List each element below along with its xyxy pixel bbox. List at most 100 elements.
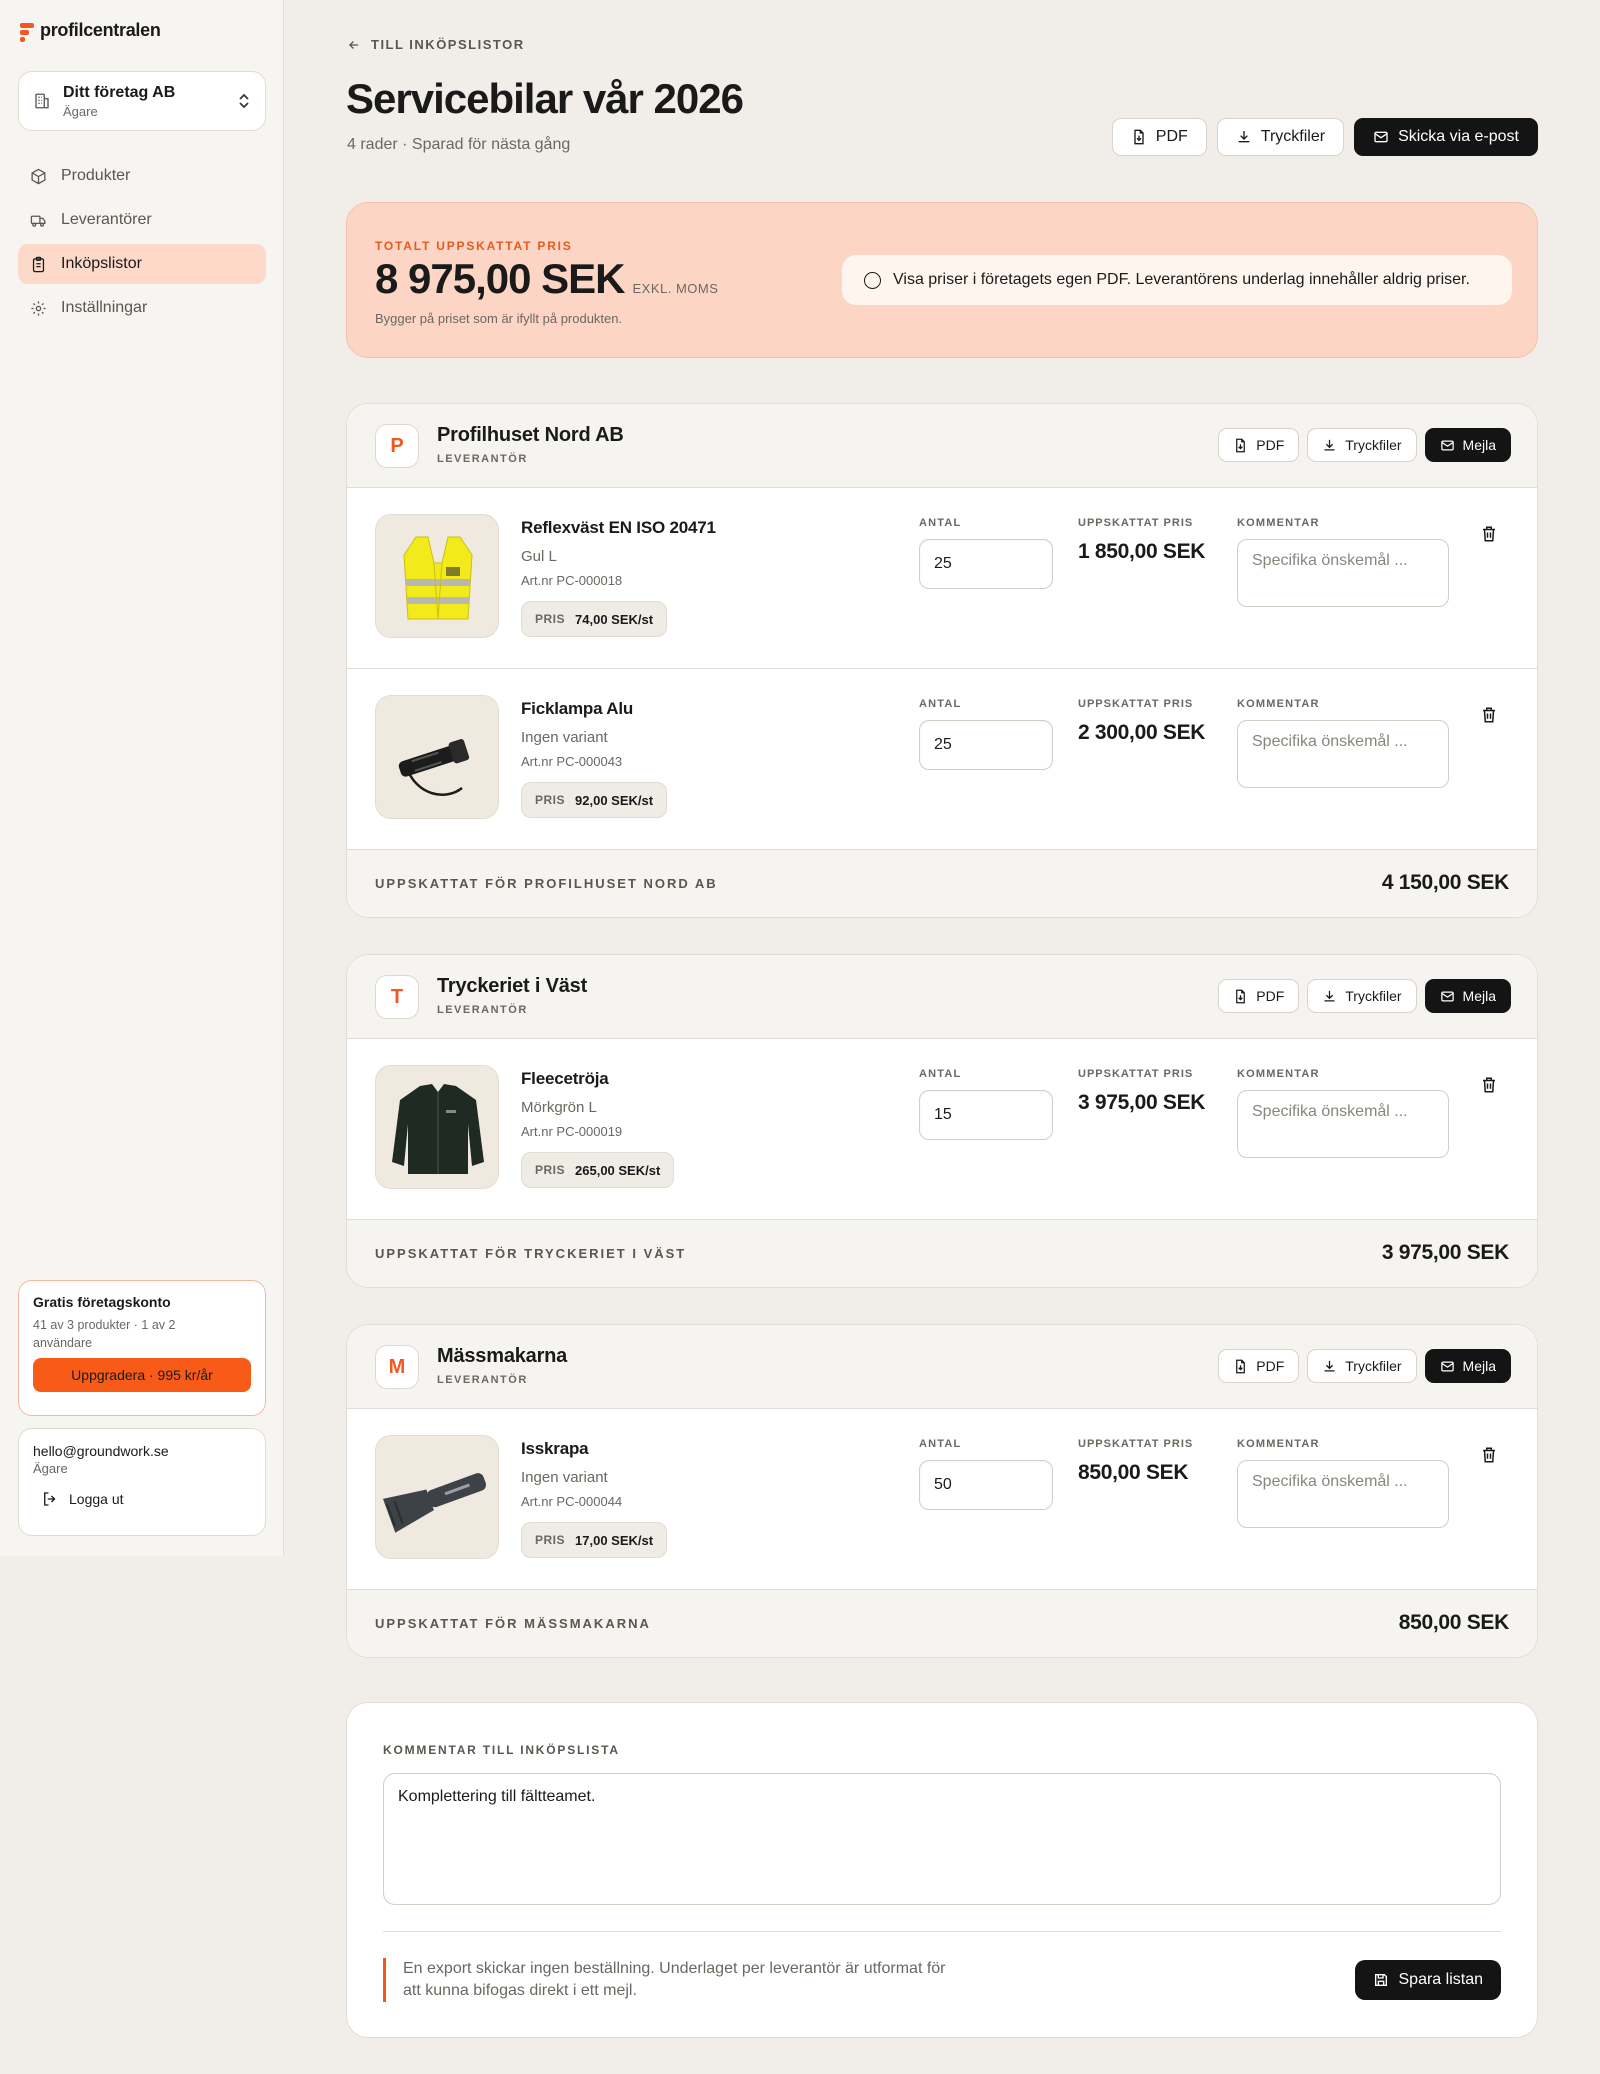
estimated-price-label: UPPSKATTAT PRIS (1078, 1068, 1194, 1080)
supplier-print-label: Tryckfiler (1345, 437, 1402, 453)
app-name: profilcentralen (40, 20, 161, 40)
subtotal-label: UPPSKATTAT FÖR PROFILHUSET NORD AB (375, 876, 718, 891)
unit-price-label: PRIS (535, 1533, 566, 1547)
save-list-button[interactable]: Spara listan (1354, 1960, 1501, 2000)
comment-label: KOMMENTAR (1237, 517, 1320, 529)
supplier-pdf-button[interactable]: PDF (1218, 1349, 1300, 1383)
unit-price-value: 74,00 SEK/st (575, 611, 654, 627)
trash-icon[interactable] (1480, 1075, 1498, 1095)
supplier-subtotal: UPPSKATTAT FÖR TRYCKERIET I VÄST 3 975,0… (347, 1220, 1537, 1287)
divider (383, 1931, 1501, 1932)
mail-icon (1440, 440, 1454, 450)
comment-input[interactable] (1237, 1460, 1449, 1528)
quantity-input[interactable] (919, 539, 1053, 589)
supplier-print-button[interactable]: Tryckfiler (1307, 979, 1417, 1013)
supplier-pdf-label: PDF (1256, 437, 1285, 453)
company-name: Ditt företag AB (63, 83, 176, 101)
product-article-number: Art.nr PC-000043 (521, 754, 623, 769)
unit-price-badge: PRIS 74,00 SEK/st (521, 601, 668, 637)
supplier-pdf-button[interactable]: PDF (1218, 979, 1300, 1013)
sidebar-item-label: Produkter (61, 167, 131, 184)
supplier-card: P Profilhuset Nord AB LEVERANTÖR PDF Try… (346, 403, 1538, 918)
product-name: Isskrapa (521, 1439, 589, 1458)
file-download-icon (1236, 1359, 1246, 1373)
plan-title: Gratis företagskonto (33, 1294, 171, 1310)
pdf-button[interactable]: PDF (1111, 118, 1207, 156)
supplier-pdf-label: PDF (1256, 988, 1285, 1004)
logout-button[interactable]: Logga ut (33, 1490, 251, 1508)
show-prices-label: Visa priser i företagets egen PDF. Lever… (893, 271, 1470, 288)
supplier-mail-label: Mejla (1462, 1358, 1496, 1374)
quantity-input[interactable] (919, 1460, 1053, 1510)
quantity-label: ANTAL (919, 1068, 962, 1080)
mail-icon (1374, 131, 1388, 143)
save-icon (1374, 1974, 1387, 1986)
supplier-role: LEVERANTÖR (437, 1374, 528, 1386)
sidebar-item-leverantorer[interactable]: Leverantörer (18, 200, 266, 240)
product-variant: Ingen variant (521, 1469, 608, 1486)
plan-card: Gratis företagskonto 41 av 3 produkter ·… (18, 1280, 266, 1416)
building-icon (35, 93, 49, 109)
supplier-print-button[interactable]: Tryckfiler (1307, 428, 1417, 462)
list-item: Isskrapa Ingen variant Art.nr PC-000044 … (347, 1409, 1537, 1590)
plan-usage: 41 av 3 produkter · 1 av 2 användare (33, 1318, 176, 1350)
company-switcher[interactable]: Ditt företag AB Ägare (18, 71, 266, 131)
supplier-mail-label: Mejla (1462, 988, 1496, 1004)
product-article-number: Art.nr PC-000018 (521, 573, 623, 588)
supplier-avatar: T (375, 975, 419, 1019)
supplier-pdf-button[interactable]: PDF (1218, 428, 1300, 462)
supplier-mail-button[interactable]: Mejla (1424, 428, 1511, 462)
mail-icon (1440, 991, 1454, 1001)
product-image-flashlight (375, 695, 499, 819)
supplier-print-button[interactable]: Tryckfiler (1307, 1349, 1417, 1383)
supplier-mail-button[interactable]: Mejla (1424, 979, 1511, 1013)
print-files-button[interactable]: Tryckfiler (1216, 118, 1345, 156)
download-icon (1324, 1360, 1335, 1371)
supplier-card: M Mässmakarna LEVERANTÖR PDF Tryckfiler … (346, 1324, 1538, 1658)
unit-price-badge: PRIS 17,00 SEK/st (521, 1522, 668, 1558)
estimated-price-label: UPPSKATTAT PRIS (1078, 1438, 1194, 1450)
supplier-mail-button[interactable]: Mejla (1424, 1349, 1511, 1383)
app-logo[interactable]: profilcentralen (20, 20, 161, 42)
quantity-input[interactable] (919, 720, 1053, 770)
sidebar: profilcentralen Ditt företag AB Ägare Pr… (0, 0, 284, 1556)
unit-price-label: PRIS (535, 793, 566, 807)
trash-icon[interactable] (1480, 524, 1498, 544)
sidebar-item-installningar[interactable]: Inställningar (18, 288, 266, 328)
upgrade-button[interactable]: Uppgradera · 995 kr/år (33, 1358, 251, 1392)
supplier-role: LEVERANTÖR (437, 1004, 528, 1016)
show-prices-toggle[interactable]: Visa priser i företagets egen PDF. Lever… (842, 255, 1512, 305)
trash-icon[interactable] (1480, 1445, 1498, 1465)
sidebar-item-produkter[interactable]: Produkter (18, 156, 266, 196)
file-download-icon (1236, 989, 1246, 1003)
file-download-icon (1236, 438, 1246, 452)
list-comment-input[interactable]: Komplettering till fältteamet. (383, 1773, 1501, 1905)
trash-icon[interactable] (1480, 705, 1498, 725)
radio-circle-icon (864, 271, 881, 289)
estimated-price-label: UPPSKATTAT PRIS (1078, 517, 1194, 529)
download-icon (1324, 439, 1335, 450)
supplier-name: Tryckeriet i Väst (437, 975, 588, 997)
quantity-input[interactable] (919, 1090, 1053, 1140)
comment-input[interactable] (1237, 1090, 1449, 1158)
sidebar-nav: Produkter Leverantörer Inköpslistor Inst… (18, 156, 266, 332)
vat-label: EXKL. MOMS (632, 281, 719, 296)
supplier-print-label: Tryckfiler (1345, 988, 1402, 1004)
back-link[interactable]: TILL INKÖPSLISTOR (347, 37, 525, 52)
supplier-role: LEVERANTÖR (437, 453, 528, 465)
comment-label: KOMMENTAR (1237, 1068, 1320, 1080)
comment-label: KOMMENTAR (1237, 698, 1320, 710)
cube-icon (31, 168, 46, 184)
total-summary: TOTALT UPPSKATTAT PRIS 8 975,00 SEK EXKL… (346, 202, 1538, 358)
supplier-avatar: P (375, 424, 419, 468)
page-title: Servicebilar vår 2026 (346, 75, 744, 122)
send-email-button[interactable]: Skicka via e-post (1354, 118, 1538, 156)
product-variant: Mörkgrön L (521, 1099, 597, 1116)
sidebar-item-inkopslistor[interactable]: Inköpslistor (18, 244, 266, 284)
supplier-card: T Tryckeriet i Väst LEVERANTÖR PDF Tryck… (346, 954, 1538, 1288)
comment-input[interactable] (1237, 539, 1449, 607)
subtotal-value: 3 975,00 SEK (1381, 1241, 1509, 1264)
download-icon (1238, 131, 1250, 143)
comment-input[interactable] (1237, 720, 1449, 788)
comment-label: KOMMENTAR (1237, 1438, 1320, 1450)
